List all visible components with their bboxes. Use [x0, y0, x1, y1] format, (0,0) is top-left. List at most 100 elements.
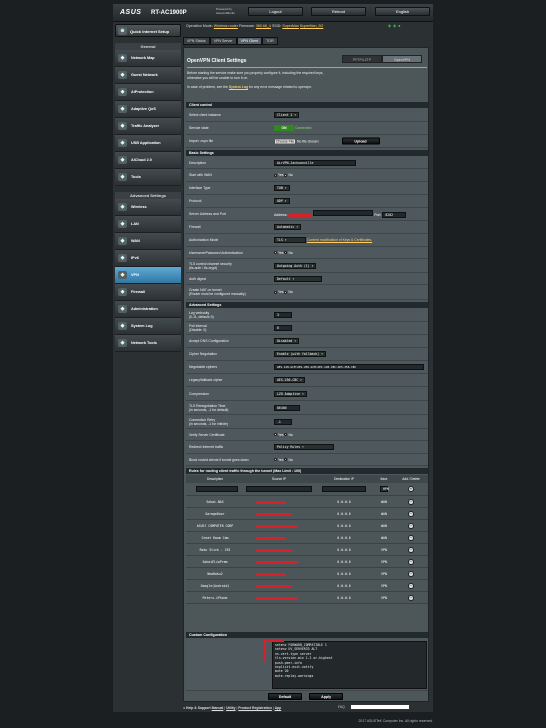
- sidebar-item-ipv6[interactable]: ◆ IPv6: [115, 250, 181, 267]
- table-row: Google(Android) 0.0.0.0 VPN −: [186, 580, 428, 592]
- tls-row: TLS control channel security (tls-auth /…: [186, 259, 428, 273]
- tab-vpn-client[interactable]: VPN Client: [236, 37, 263, 45]
- delete-rule-icon[interactable]: −: [408, 583, 414, 589]
- auth-mode-label: Authorization Mode: [189, 238, 219, 242]
- sidebar-item-network-map[interactable]: ◆ Network Map: [115, 50, 181, 67]
- tab-vpn-status[interactable]: VPN Status: [183, 37, 210, 45]
- upload-button[interactable]: Upload: [341, 137, 380, 145]
- compression-select[interactable]: LZO Adaptive ▾: [274, 390, 307, 397]
- sidebar-item-system-log[interactable]: ◆ System Log: [115, 318, 181, 335]
- ssid-link-2[interactable]: SuperMan_5G: [300, 24, 323, 28]
- cipher-neg-select[interactable]: Enable (with fallback) ▾: [274, 351, 327, 357]
- openvpn-switch[interactable]: OpenVPN: [382, 55, 422, 63]
- default-button[interactable]: Default: [268, 693, 302, 700]
- tab-vpn-server[interactable]: VPN Server: [209, 37, 237, 45]
- cipher-neg-label: Cipher Negotiation: [189, 352, 218, 356]
- protocol-select[interactable]: UDP ▾: [274, 198, 290, 204]
- pptp-switch[interactable]: PPTP/L2TP: [342, 55, 382, 63]
- sidebar-item-firewall[interactable]: ◆ Firewall: [115, 284, 181, 301]
- delete-rule-icon[interactable]: −: [408, 499, 414, 505]
- redaction-mark: [256, 573, 286, 576]
- app-link[interactable]: App: [275, 706, 282, 710]
- logout-button[interactable]: Logout: [248, 7, 303, 16]
- description-input[interactable]: AirVPN-Jacksonville: [274, 159, 356, 166]
- delete-rule-icon[interactable]: −: [408, 559, 414, 565]
- asus-logo: ASUS: [120, 9, 142, 16]
- apply-button[interactable]: Apply: [309, 693, 344, 700]
- sidebar-item-tools[interactable]: ◆ Tools: [115, 169, 181, 186]
- retry-input[interactable]: -1: [274, 418, 292, 425]
- nat-yes-radio[interactable]: [274, 290, 277, 294]
- poll-input[interactable]: 0: [274, 325, 292, 331]
- sidebar-item-vpn[interactable]: ◆ VPN: [115, 267, 181, 284]
- sidebar-item-administration[interactable]: ◆ Administration: [115, 301, 181, 318]
- choose-file-button[interactable]: Choose File: [274, 138, 297, 145]
- faq-search-input[interactable]: [350, 704, 410, 710]
- address-input[interactable]: [313, 210, 374, 216]
- sidebar-item-label: WAN: [131, 239, 140, 243]
- sidebar-item-guest-network[interactable]: ◆ Guest Network: [115, 67, 181, 84]
- reboot-button[interactable]: Reboot: [311, 7, 366, 16]
- add-iface-select[interactable]: VPN ▾: [380, 486, 389, 492]
- delete-rule-icon[interactable]: −: [408, 595, 414, 601]
- sidebar-item-adaptive-qos[interactable]: ◆ Adaptive QoS: [115, 101, 181, 118]
- utility-link[interactable]: Utility: [226, 706, 235, 710]
- redaction-mark: [256, 549, 292, 552]
- auth-mode-select[interactable]: TLS ▾: [274, 237, 306, 243]
- interface-select[interactable]: TUN ▾: [274, 185, 290, 191]
- client-instance-select[interactable]: Client 1 ▾: [274, 112, 300, 118]
- firewall-icon: ◆: [118, 288, 127, 296]
- select-client-row: Select client instance Client 1 ▾: [186, 109, 428, 122]
- delete-rule-icon[interactable]: −: [408, 571, 414, 577]
- firmware-link[interactable]: 380.68_4: [256, 24, 271, 28]
- ssid-link-1[interactable]: SuperMan: [282, 24, 299, 28]
- verify-yes-radio[interactable]: [274, 433, 277, 437]
- block-yes-radio[interactable]: [274, 458, 277, 462]
- sidebar-item-wireless[interactable]: ◆ Wireless: [115, 199, 181, 216]
- sidebar-item-aiprotection[interactable]: ◆ AiProtection: [115, 84, 181, 101]
- verify-label: Verify Server Certificate: [189, 432, 225, 437]
- userpass-yes-radio[interactable]: [274, 251, 277, 255]
- add-dest-input[interactable]: [322, 486, 366, 492]
- system-log-link[interactable]: System Log: [229, 85, 248, 89]
- sidebar-item-lan[interactable]: ◆ LAN: [115, 216, 181, 233]
- registration-link[interactable]: Product Registration: [238, 706, 272, 710]
- tls-select[interactable]: Outgoing Auth (1) ▾: [274, 262, 317, 269]
- add-rule-icon[interactable]: +: [408, 486, 414, 492]
- usb-status-icon[interactable]: ●: [398, 23, 402, 28]
- dns-label: Accept DNS Configuration: [189, 339, 229, 343]
- sidebar-item-usb-application[interactable]: ◆ USB Application: [115, 135, 181, 152]
- legacy-select[interactable]: AES-256-CBC ▾: [274, 377, 305, 383]
- port-input[interactable]: 8282: [382, 212, 407, 218]
- delete-rule-icon[interactable]: −: [408, 511, 414, 517]
- add-source-input[interactable]: [246, 486, 312, 492]
- service-state-row: Service state ON Connected: [186, 122, 428, 135]
- delete-rule-icon[interactable]: −: [408, 535, 414, 541]
- sidebar-item-traffic-analyzer[interactable]: ◆ Traffic Analyzer: [115, 118, 181, 135]
- sidebar-item-network-tools[interactable]: ◆ Network Tools: [115, 335, 181, 352]
- dns-select[interactable]: Disabled ▾: [274, 338, 300, 344]
- keys-certs-link[interactable]: Content modification of Keys & Certifica…: [307, 238, 372, 242]
- quick-internet-setup[interactable]: ⊕ Quick Internet Setup: [115, 24, 181, 37]
- start-wan-label: Start with WAN: [189, 173, 212, 177]
- start-wan-yes-radio[interactable]: [274, 173, 277, 177]
- manual-link[interactable]: Manual: [212, 706, 224, 710]
- help-support-link[interactable]: Help & Support: [186, 706, 211, 710]
- sidebar-item-wan[interactable]: ◆ WAN: [115, 233, 181, 250]
- language-select[interactable]: English: [375, 7, 430, 16]
- firewall-select[interactable]: Automatic ▾: [274, 224, 302, 230]
- tab-tor[interactable]: TOR: [262, 37, 278, 45]
- verb-input[interactable]: 3: [274, 312, 292, 318]
- delete-rule-icon[interactable]: −: [408, 523, 414, 529]
- delete-rule-icon[interactable]: −: [408, 547, 414, 553]
- digest-select[interactable]: Default ▾: [274, 275, 322, 282]
- ciphers-input[interactable]: AES-128-GCM:AES-256-GCM:AES-128-CBC:AES-…: [274, 364, 424, 370]
- reneg-label: TLS Renegotiation Time (in seconds, -1 f…: [189, 403, 229, 412]
- service-toggle[interactable]: ON: [274, 125, 294, 131]
- reneg-input[interactable]: 86400: [274, 404, 300, 411]
- custom-config-textarea[interactable]: setenv FORWARD_COMPATIBLE 1 setenv UV_SE…: [272, 641, 427, 689]
- redirect-select[interactable]: Policy Rules ▾: [274, 444, 334, 450]
- add-description-input[interactable]: [196, 486, 238, 492]
- opmode-link[interactable]: Wireless router: [214, 24, 238, 28]
- sidebar-item-aicloud-2-0[interactable]: ◆ AiCloud 2.0: [115, 152, 181, 169]
